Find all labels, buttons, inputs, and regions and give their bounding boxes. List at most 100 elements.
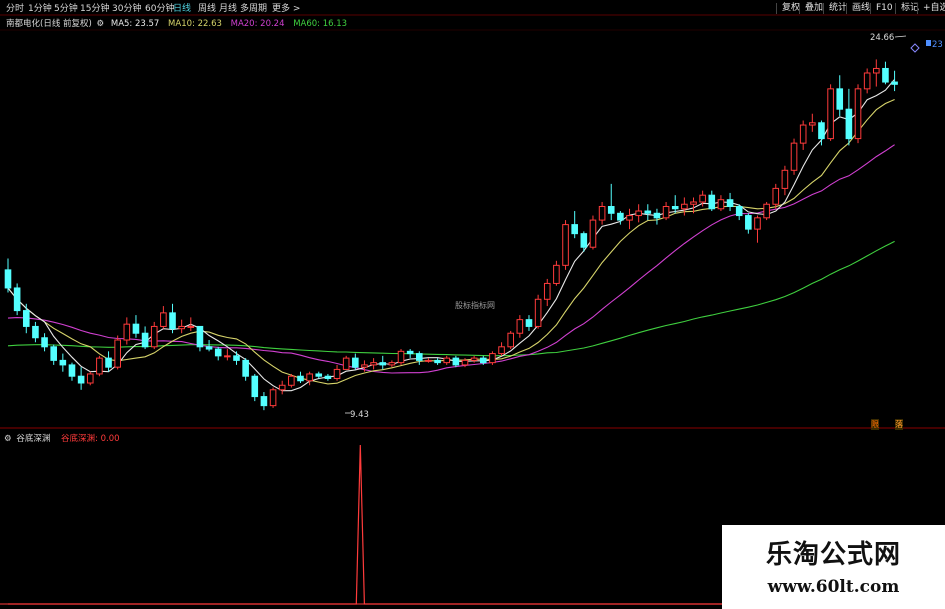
candle-up [699, 194, 706, 203]
candle-up [278, 384, 286, 391]
candle-down [653, 212, 661, 219]
ma5-line [7, 78, 896, 392]
candle-down [891, 81, 898, 85]
diamond-marker [910, 43, 920, 53]
stock-name[interactable]: 南都电化(日线 前复权) [6, 19, 92, 29]
timeframe-2[interactable]: 5分钟 [54, 1, 78, 14]
candle-up [662, 206, 670, 219]
candle-up [178, 325, 185, 330]
toolbar-separator [823, 3, 824, 14]
timeframe-6[interactable]: 日线 [173, 1, 191, 14]
timeframe-3[interactable]: 15分钟 [80, 1, 109, 14]
candle-up [589, 219, 597, 248]
toolbar-separator [917, 3, 918, 14]
candle-up [681, 203, 688, 210]
timeframe-0[interactable]: 分时 [6, 1, 24, 14]
candle-up [516, 319, 524, 334]
candle-up [854, 88, 862, 140]
candle-up [333, 368, 341, 379]
candle-up [86, 373, 94, 384]
timeframe-10[interactable]: 更多 > [272, 1, 300, 14]
toolbar-separator [895, 3, 896, 14]
candle-up [361, 364, 368, 368]
ma10-value: MA10: 22.63 [168, 19, 222, 29]
marker-badge-1[interactable]: 限 [871, 419, 879, 430]
candle-down [352, 357, 359, 368]
timeframe-4[interactable]: 30分钟 [112, 1, 141, 14]
candle-up [306, 373, 313, 382]
candle-up [461, 359, 469, 366]
candle-down [132, 323, 140, 334]
candle-down [251, 375, 259, 398]
candle-down [105, 357, 112, 368]
candle-down [260, 396, 268, 407]
candle-down [50, 346, 58, 361]
right-edge-price-marker [926, 40, 931, 46]
marker-badge-2[interactable]: 落 [895, 419, 903, 430]
settings-icon[interactable]: ⚙ [97, 19, 105, 29]
candle-down [141, 332, 149, 348]
candle-down [735, 206, 743, 217]
candle-down [13, 287, 21, 312]
toolbar-separator [776, 3, 777, 14]
indicator-name[interactable]: 谷底深渊 [16, 434, 50, 444]
toolbar-button-6[interactable]: +自选 [920, 1, 945, 15]
site-watermark: 乐淘公式网 www.60lt.com [722, 525, 945, 609]
candle-down [845, 108, 853, 140]
timeframe-1[interactable]: 1分钟 [28, 1, 52, 14]
candle-up [717, 199, 725, 210]
watermark-url: www.60lt.com [767, 577, 900, 597]
ma20-line [7, 144, 895, 374]
candle-down [205, 346, 213, 350]
candle-down [434, 359, 441, 364]
candle-down [32, 325, 39, 339]
high-price-pointer [894, 35, 907, 38]
candle-up [288, 375, 295, 386]
candle-down [708, 194, 716, 210]
candle-down [406, 350, 414, 355]
candle-down [315, 373, 323, 377]
candle-down [836, 88, 844, 110]
high-price-label: 24.66 [870, 33, 895, 43]
candle-up [123, 323, 131, 341]
candle-up [781, 169, 789, 189]
timeframe-5[interactable]: 60分钟 [145, 1, 174, 14]
timeframe-8[interactable]: 月线 [219, 1, 237, 14]
candle-down [580, 233, 588, 248]
candle-down [4, 269, 12, 289]
candle-down [379, 362, 387, 366]
candle-up [187, 325, 195, 328]
candle-up [809, 122, 816, 126]
toolbar-button-4[interactable]: F10 [873, 1, 896, 15]
timeframe-7[interactable]: 周线 [198, 1, 216, 14]
candle-down [818, 122, 825, 140]
candle-up [799, 124, 807, 144]
candle-up [763, 203, 770, 219]
candle-up [863, 72, 871, 90]
candle-up [498, 346, 505, 355]
candle-down [644, 210, 652, 214]
indicator-settings-icon[interactable]: ⚙ [4, 434, 12, 444]
candle-up [562, 224, 569, 266]
candle-down [525, 319, 533, 327]
candle-up [370, 362, 377, 366]
candle-down [745, 215, 752, 230]
toolbar-separator [870, 3, 871, 14]
candle-up [553, 264, 560, 284]
candle-up [489, 353, 496, 364]
ma20-value: MA20: 20.24 [230, 19, 285, 29]
candle-up [598, 206, 606, 221]
candle-up [224, 355, 231, 358]
candle-down [77, 375, 85, 384]
toolbar-separator [846, 3, 847, 14]
toolbar-button-5[interactable]: 标记 [898, 1, 922, 15]
candle-down [671, 206, 679, 210]
candle-up [160, 312, 167, 327]
candle-down [59, 359, 67, 366]
main-legend: 南都电化(日线 前复权) ⚙ MA5: 23.57 MA10: 22.63 MA… [6, 17, 347, 29]
candle-up [96, 357, 103, 375]
candle-up [269, 389, 277, 407]
candle-up [114, 339, 121, 368]
candle-down [169, 312, 176, 330]
timeframe-9[interactable]: 多周期 [240, 1, 267, 14]
